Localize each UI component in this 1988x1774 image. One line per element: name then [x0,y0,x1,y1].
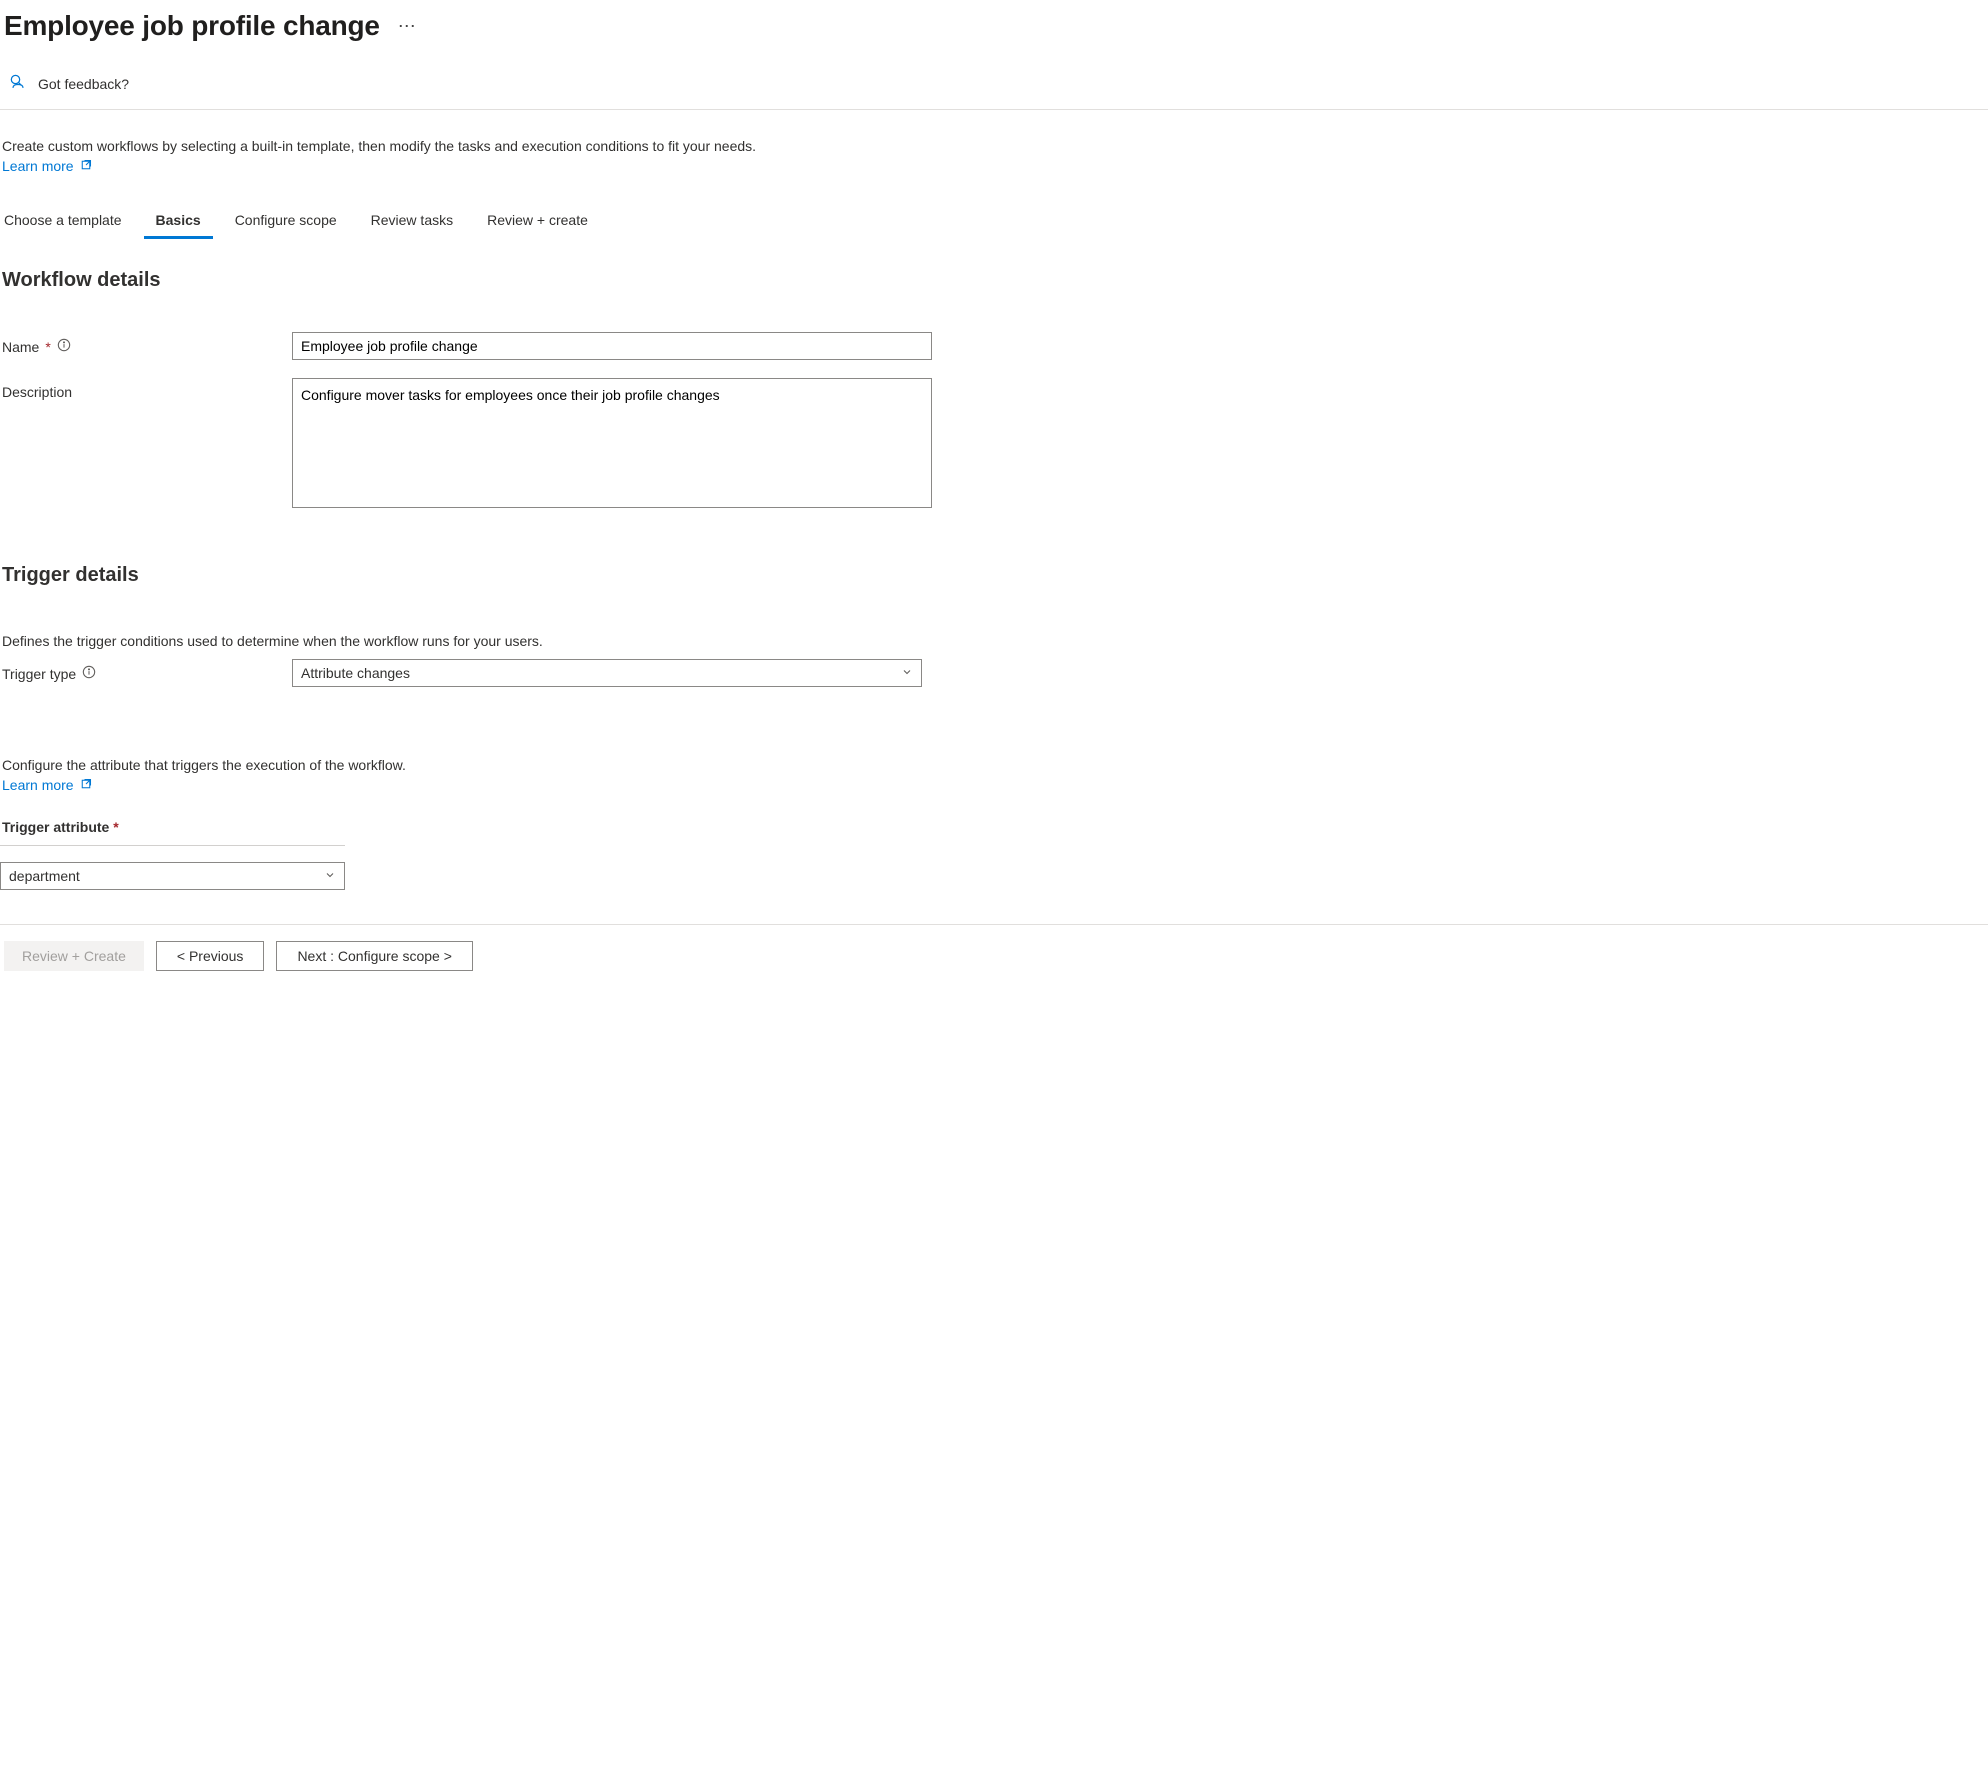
tab-configure-scope[interactable]: Configure scope [223,204,349,239]
trigger-learn-more-link[interactable]: Learn more [0,777,92,793]
tab-choose-template[interactable]: Choose a template [2,204,134,239]
trigger-attribute-label: Trigger attribute [2,819,109,835]
name-label: Name [2,339,39,355]
review-create-button: Review + Create [4,941,144,971]
previous-button[interactable]: < Previous [156,941,265,971]
tab-bar: Choose a template Basics Configure scope… [0,174,1988,239]
required-indicator: * [45,339,50,355]
info-icon[interactable] [82,665,96,682]
attr-divider [0,845,345,846]
trigger-attr-desc: Configure the attribute that triggers th… [0,757,1988,773]
tab-review-create[interactable]: Review + create [475,204,600,239]
external-link-icon [80,777,92,793]
trigger-type-value: Attribute changes [301,665,410,681]
info-icon[interactable] [57,338,71,355]
external-link-icon [80,158,92,174]
tab-basics[interactable]: Basics [144,204,213,239]
trigger-attribute-select[interactable]: department [0,862,345,890]
page-title: Employee job profile change [4,10,380,42]
trigger-type-select[interactable]: Attribute changes [292,659,922,687]
next-button[interactable]: Next : Configure scope > [276,941,472,971]
feedback-label: Got feedback? [38,76,129,92]
learn-more-link[interactable]: Learn more [2,158,92,174]
trigger-learn-label: Learn more [2,777,74,793]
trigger-attribute-value: department [9,868,80,884]
feedback-icon [8,72,28,95]
feedback-link[interactable]: Got feedback? [0,42,1988,109]
chevron-down-icon [324,868,336,884]
intro-text: Create custom workflows by selecting a b… [2,138,1984,154]
trigger-description-text: Defines the trigger conditions used to d… [0,633,1988,649]
required-indicator: * [113,819,118,835]
name-input[interactable] [292,332,932,360]
tab-review-tasks[interactable]: Review tasks [359,204,465,239]
more-actions-icon[interactable]: ⋯ [398,16,418,37]
description-label: Description [2,384,72,400]
trigger-type-label: Trigger type [2,666,76,682]
description-textarea[interactable]: Configure mover tasks for employees once… [292,378,932,508]
workflow-details-title: Workflow details [0,269,1988,292]
chevron-down-icon [901,665,913,681]
trigger-details-title: Trigger details [0,564,1988,587]
learn-more-label: Learn more [2,158,74,174]
